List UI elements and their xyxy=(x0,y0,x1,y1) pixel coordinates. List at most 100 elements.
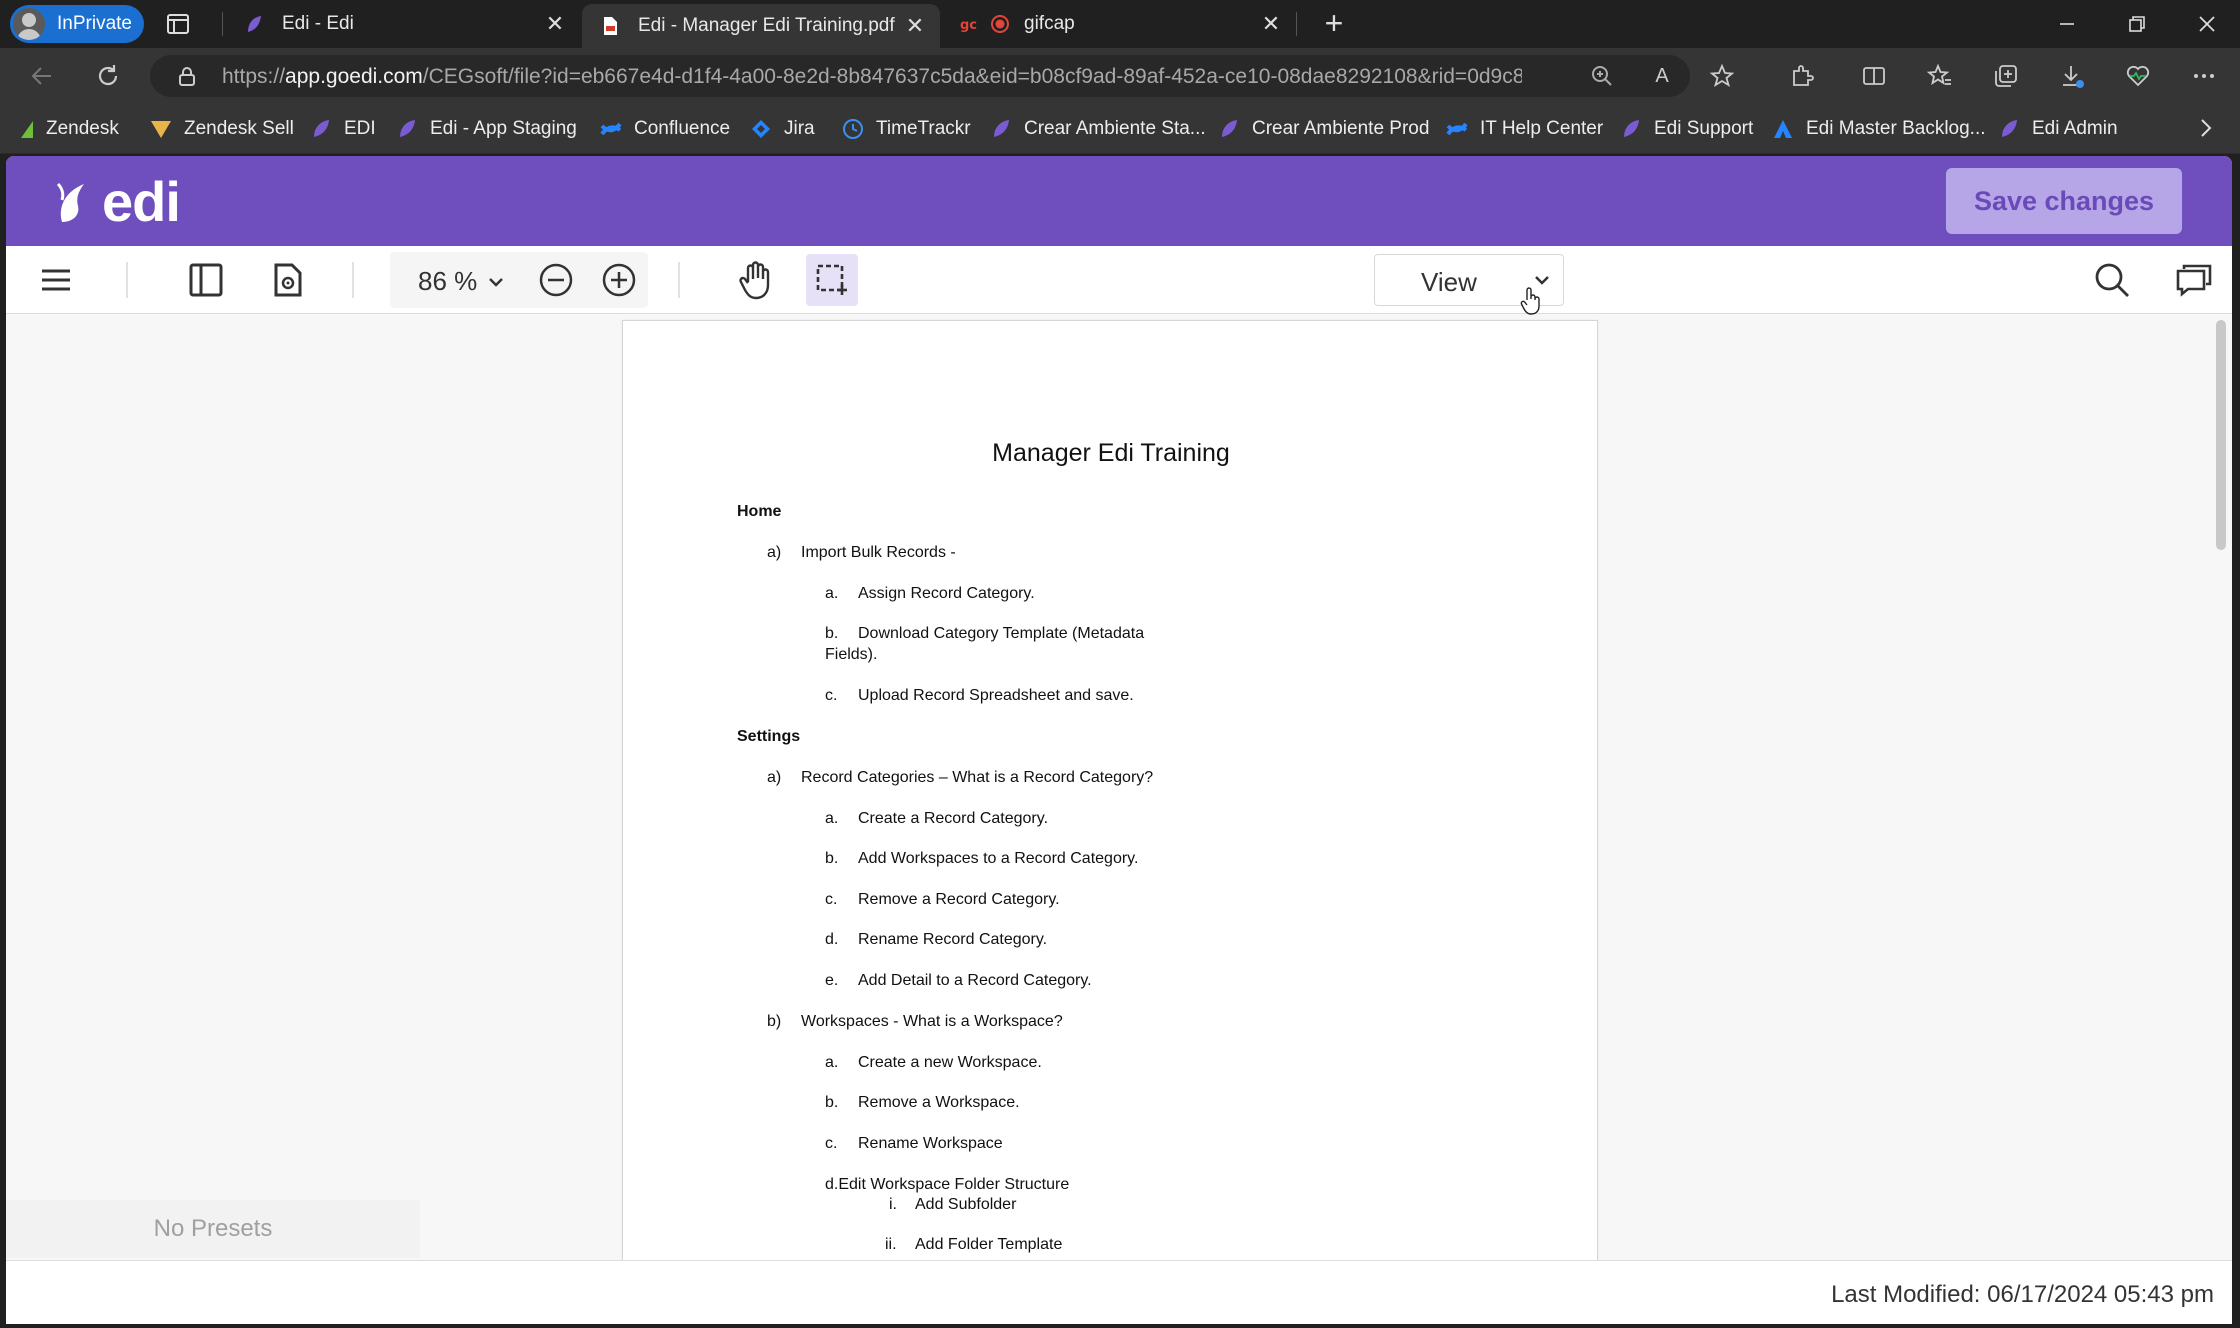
downloads-icon[interactable] xyxy=(2056,60,2088,92)
read-aloud-icon[interactable]: A xyxy=(1646,60,1678,92)
bookmark-edi[interactable]: EDI xyxy=(310,117,376,141)
list-marker: b. xyxy=(825,625,839,642)
favorites-icon[interactable] xyxy=(1924,60,1956,92)
list-item: Download Category Template (Metadata xyxy=(858,625,1145,642)
last-modified-label: Last Modified: 06/17/2024 05:43 pm xyxy=(1831,1281,2214,1308)
tab-edi[interactable]: Edi - Edi ✕ xyxy=(226,0,580,48)
browser-essentials-icon[interactable] xyxy=(2122,60,2154,92)
extensions-icon[interactable] xyxy=(1786,60,1818,92)
bookmark-crear-ambiente-prod[interactable]: Crear Ambiente Prod xyxy=(1218,117,1429,141)
menu-hamburger-icon[interactable] xyxy=(30,254,82,306)
bookmark-timetrackr[interactable]: TimeTrackr xyxy=(842,117,971,141)
list-marker: b. xyxy=(825,850,839,867)
list-item: d.Edit Workspace Folder Structure xyxy=(825,1176,1070,1193)
tab-gifcap[interactable]: gc gifcap ✕ xyxy=(942,0,1296,48)
list-marker: i. xyxy=(889,1196,897,1213)
toolbar-divider xyxy=(126,262,128,298)
hand-pointer-cursor-icon xyxy=(1520,286,1542,321)
bookmark-zendesk-sell[interactable]: Zendesk Sell xyxy=(150,117,294,141)
favorite-star-icon[interactable] xyxy=(1706,60,1738,92)
toolbar-divider xyxy=(678,262,680,298)
bookmark-zendesk[interactable]: Zendesk xyxy=(20,117,119,141)
bookmark-edi-master-backlog[interactable]: Edi Master Backlog... xyxy=(1772,117,1986,141)
list-item: Rename Workspace xyxy=(858,1135,1003,1152)
bookmark-confluence[interactable]: Confluence xyxy=(600,117,730,141)
list-item: Add Subfolder xyxy=(915,1196,1017,1213)
list-marker: c. xyxy=(825,687,838,704)
edi-leaf-icon xyxy=(1222,120,1237,137)
no-presets-panel: No Presets xyxy=(6,1200,420,1258)
bookmark-it-help-center[interactable]: IT Help Center xyxy=(1446,117,1603,141)
edi-leaf-icon xyxy=(1624,120,1639,137)
zoom-icon[interactable] xyxy=(1586,60,1618,92)
clock-icon xyxy=(843,119,863,139)
chevron-right-icon[interactable] xyxy=(2198,117,2214,145)
inprivate-label: InPrivate xyxy=(57,13,132,34)
bookmark-jira[interactable]: Jira xyxy=(750,117,815,141)
section-heading: Home xyxy=(737,503,782,520)
list-item: Create a new Workspace. xyxy=(858,1054,1042,1071)
close-tab-icon[interactable]: ✕ xyxy=(540,11,570,37)
comments-icon[interactable] xyxy=(2168,254,2220,306)
close-tab-icon[interactable]: ✕ xyxy=(1256,11,1286,37)
list-marker: b) xyxy=(767,1013,782,1030)
list-marker: ii. xyxy=(885,1236,897,1253)
zoom-out-icon[interactable] xyxy=(530,254,582,306)
zoom-dropdown[interactable]: 86 % xyxy=(418,266,507,297)
document-settings-icon[interactable] xyxy=(262,254,314,306)
profile-avatar-icon xyxy=(13,8,45,40)
url-input[interactable]: https://app.goedi.com/CEGsoft/file?id=eb… xyxy=(150,55,1690,97)
edi-leaf-icon xyxy=(2002,120,2017,137)
svg-text:gc: gc xyxy=(960,18,977,33)
list-marker: a. xyxy=(825,810,839,827)
pdf-file-icon xyxy=(604,17,617,35)
list-item: Assign Record Category. xyxy=(858,585,1035,602)
toolbar-divider xyxy=(352,262,354,298)
bookmarks-bar: Zendesk Zendesk Sell EDI Edi - App Stagi… xyxy=(0,104,2240,154)
refresh-icon[interactable] xyxy=(90,58,126,94)
pan-hand-icon[interactable] xyxy=(730,254,782,306)
document-viewer[interactable]: Manager Edi Training Home a) Import Bulk… xyxy=(6,314,2232,1260)
save-changes-button[interactable]: Save changes xyxy=(1946,168,2182,234)
tab-title: Edi - Manager Edi Training.pdf xyxy=(638,15,895,36)
close-tab-icon[interactable]: ✕ xyxy=(900,13,930,39)
list-marker: d. xyxy=(825,931,839,948)
url-text: https://app.goedi.com/CEGsoft/file?id=eb… xyxy=(222,65,1522,88)
list-marker: e. xyxy=(825,972,839,989)
restore-icon[interactable] xyxy=(2102,0,2172,48)
collections-icon[interactable] xyxy=(1990,60,2022,92)
zendesk-icon xyxy=(21,121,33,138)
list-item: Import Bulk Records - xyxy=(801,544,956,561)
list-marker: a. xyxy=(825,1054,839,1071)
status-bar: Last Modified: 06/17/2024 05:43 pm xyxy=(6,1260,2232,1324)
tab-actions-icon[interactable] xyxy=(164,10,192,38)
list-item: Record Categories – What is a Record Cat… xyxy=(801,769,1154,786)
new-tab-icon[interactable]: + xyxy=(1316,6,1352,42)
bookmark-edi-app-staging[interactable]: Edi - App Staging xyxy=(396,117,577,141)
minimize-icon[interactable] xyxy=(2032,0,2102,48)
tab-manager-edi-training[interactable]: Edi - Manager Edi Training.pdf ✕ xyxy=(582,4,940,48)
bookmark-edi-admin[interactable]: Edi Admin xyxy=(1998,117,2118,141)
list-item: Rename Record Category. xyxy=(858,931,1048,948)
back-arrow-icon[interactable] xyxy=(24,58,60,94)
zendesk-sell-icon xyxy=(151,121,171,138)
tab-title: Edi - Edi xyxy=(282,13,354,34)
vertical-scrollbar[interactable] xyxy=(2216,320,2226,550)
toggle-panel-icon[interactable] xyxy=(180,254,232,306)
area-select-tool-icon[interactable] xyxy=(806,254,858,306)
list-item: Create a Record Category. xyxy=(858,810,1049,827)
bookmark-edi-support[interactable]: Edi Support xyxy=(1620,117,1753,141)
edi-leaf-icon xyxy=(400,120,415,137)
edi-logo[interactable]: edi xyxy=(56,174,181,230)
lock-icon[interactable] xyxy=(176,65,198,87)
zoom-in-icon[interactable] xyxy=(593,254,645,306)
list-marker: c. xyxy=(825,1135,838,1152)
address-bar-row: https://app.goedi.com/CEGsoft/file?id=eb… xyxy=(0,48,2240,104)
close-window-icon[interactable] xyxy=(2172,0,2240,48)
bookmark-crear-ambiente-sta[interactable]: Crear Ambiente Sta... xyxy=(990,117,1206,141)
search-icon[interactable] xyxy=(2086,254,2138,306)
inprivate-profile-button[interactable]: InPrivate xyxy=(10,5,144,43)
pdf-page[interactable]: Manager Edi Training Home a) Import Bulk… xyxy=(622,320,1598,1260)
split-screen-icon[interactable] xyxy=(1858,60,1890,92)
more-options-icon[interactable] xyxy=(2188,60,2220,92)
